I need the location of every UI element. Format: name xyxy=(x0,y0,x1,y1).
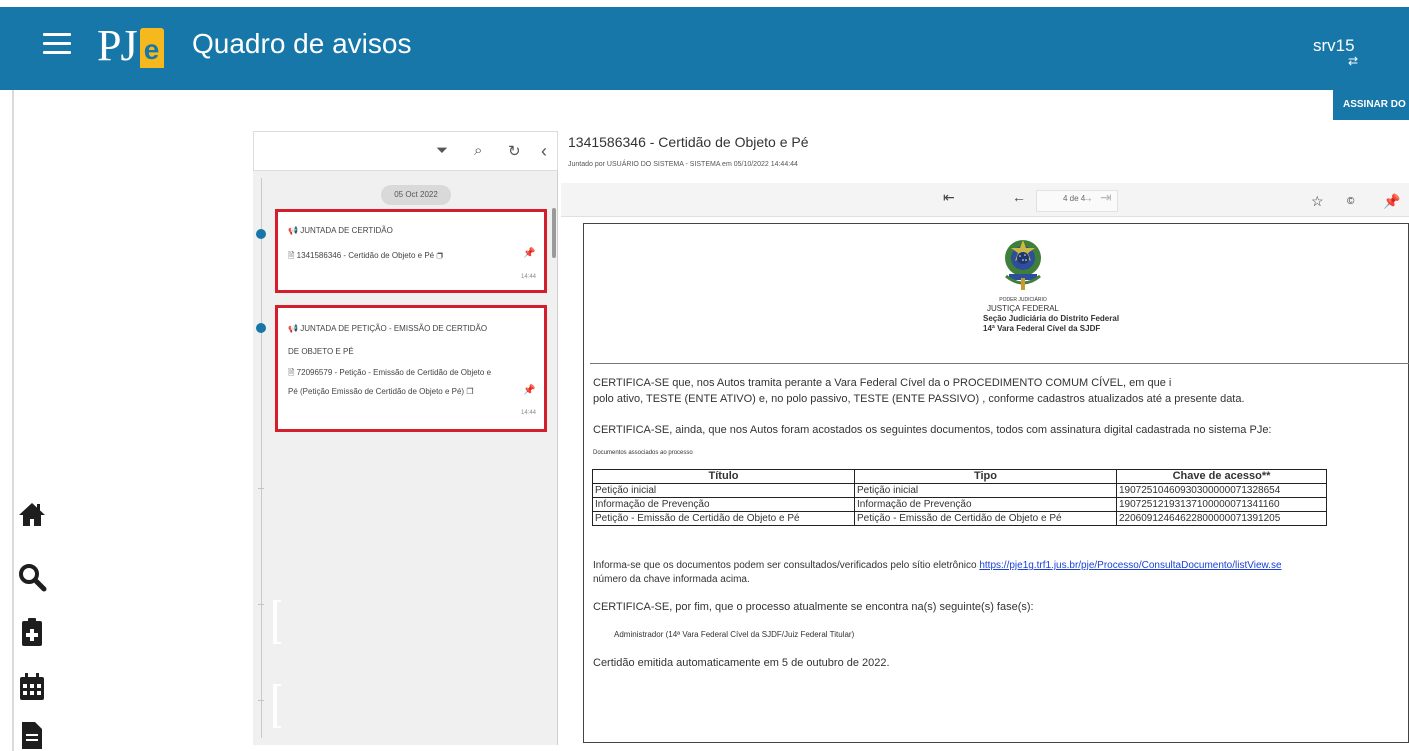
logo-text: PJ xyxy=(97,21,138,70)
timeline-event[interactable]: 📢 JUNTADA DE PETIÇÃO - EMISSÃO DE CERTID… xyxy=(275,305,547,432)
collapse-panel-icon[interactable]: ‹ xyxy=(541,141,547,162)
clipboard-icon[interactable] xyxy=(17,617,47,647)
header-line: PODER JUDICIÁRIO xyxy=(999,297,1047,303)
star-icon[interactable]: ☆ xyxy=(1311,193,1324,210)
event-time: 14:44 xyxy=(520,274,536,280)
page-title: Quadro de avisos xyxy=(192,28,412,59)
header-line: JUSTIÇA FEDERAL xyxy=(986,304,1059,313)
server-label[interactable]: srv15 xyxy=(1313,36,1355,56)
table-header-row: Título Tipo Chave de acesso** xyxy=(592,469,1327,484)
table-cell: Petição - Emissão de Certidão de Objeto … xyxy=(854,511,1117,526)
viewer-toolbar xyxy=(561,183,1409,217)
table-cell: Petição inicial xyxy=(592,483,855,498)
home-icon[interactable] xyxy=(17,500,47,530)
timeline-tick xyxy=(258,604,264,605)
date-badge: 05 Oct 2022 xyxy=(381,185,451,205)
pin-icon[interactable]: 📌 xyxy=(523,385,535,396)
consulta-documento-link[interactable]: https://pje1g.trf1.jus.br/pje/Processo/C… xyxy=(979,560,1281,571)
column-header: Título xyxy=(592,469,855,484)
switch-server-icon[interactable]: ⇄ xyxy=(1348,54,1358,68)
copy-icon[interactable]: ❐ xyxy=(466,387,473,396)
column-header: Tipo xyxy=(854,469,1117,484)
coat-of-arms-emblem xyxy=(1005,240,1041,290)
last-page-icon[interactable]: ⇥ xyxy=(1100,189,1112,206)
table-cell: 22060912464622800000071391205 xyxy=(1116,511,1327,526)
left-rail xyxy=(0,90,14,751)
divider xyxy=(590,363,1409,364)
event-document-link[interactable]: 72096579 - Petição - Emissão de Certidão… xyxy=(297,368,491,377)
paragraph-certifica-3: CERTIFICA-SE, por fim, que o processo at… xyxy=(593,601,1034,613)
timeline-toolbar: ⏷ ⌕ ↻ xyxy=(253,131,558,171)
table-row: Informação de Prevenção Informação de Pr… xyxy=(592,497,1327,512)
timeline-event[interactable]: 📢 JUNTADA DE CERTIDÃO 🗎 1341586346 - Cer… xyxy=(275,209,547,293)
file-icon: 🗎 xyxy=(288,251,295,260)
megaphone-icon: 📢 xyxy=(288,324,298,333)
menu-icon[interactable] xyxy=(43,33,71,55)
event-type: JUNTADA DE CERTIDÃO xyxy=(300,226,393,235)
table-cell: 19072510460930300000071328654 xyxy=(1116,483,1327,498)
documents-caption: Documentos associados ao processo xyxy=(593,450,693,456)
pin-icon[interactable]: 📌 xyxy=(1383,193,1400,210)
paragraph-certifica-1: CERTIFICA-SE que, nos Autos tramita pera… xyxy=(593,377,1172,389)
header-line: 14ª Vara Federal Cível da SJDF xyxy=(983,324,1101,333)
table-cell: Informação de Prevenção xyxy=(854,497,1117,512)
paragraph-informa-cont: número da chave informada acima. xyxy=(593,574,750,585)
scrollbar[interactable] xyxy=(552,208,556,258)
timeline-line xyxy=(261,178,262,738)
table-row: Petição - Emissão de Certidão de Objeto … xyxy=(592,511,1327,526)
file-icon: 🗎 xyxy=(288,368,295,377)
timeline-tick xyxy=(258,700,264,701)
documents-table: Título Tipo Chave de acesso** Petição in… xyxy=(592,469,1327,526)
timeline-bracket xyxy=(273,684,281,728)
timeline-dot xyxy=(256,323,266,333)
previous-page-icon[interactable]: ← xyxy=(1012,189,1026,205)
timeline-dot xyxy=(256,229,266,239)
megaphone-icon: 📢 xyxy=(288,226,298,235)
filter-icon[interactable]: ⏷ xyxy=(436,142,448,159)
table-row: Petição inicial Petição inicial 19072510… xyxy=(592,483,1327,498)
table-cell: Informação de Prevenção xyxy=(592,497,855,512)
event-document-link-cont[interactable]: Pé (Petição Emissão de Certidão de Objet… xyxy=(288,387,464,396)
pje-logo[interactable]: PJ e xyxy=(97,18,164,68)
search-icon[interactable]: ⌕ xyxy=(474,142,482,159)
document-title: 1341586346 - Certidão de Objeto e Pé xyxy=(568,134,809,150)
document-icon[interactable] xyxy=(17,720,47,750)
pin-icon[interactable]: 📌 xyxy=(523,248,535,259)
table-cell: 19072512193137100000071341160 xyxy=(1116,497,1327,512)
paragraph-informa-text: Informa-se que os documentos podem ser c… xyxy=(593,560,977,571)
paragraph-certifica-1-cont: polo ativo, TESTE (ENTE ATIVO) e, no pol… xyxy=(593,393,1245,405)
event-type: JUNTADA DE PETIÇÃO - EMISSÃO DE CERTIDÃO xyxy=(300,324,488,333)
header-line: Seção Judiciária do Distrito Federal xyxy=(983,314,1120,323)
event-type-cont: DE OBJETO E PÉ xyxy=(288,347,354,356)
paragraph-certifica-2: CERTIFICA-SE, ainda, que nos Autos foram… xyxy=(593,424,1272,436)
logo-e: e xyxy=(139,28,164,68)
paragraph-informa: Informa-se que os documentos podem ser c… xyxy=(593,560,1282,571)
info-icon[interactable]: © xyxy=(1347,196,1354,207)
refresh-icon[interactable]: ↻ xyxy=(508,142,521,160)
next-page-icon[interactable]: → xyxy=(1080,189,1094,205)
top-bar: PJ e Quadro de avisos srv15 ⇄ xyxy=(0,0,1409,90)
search-icon[interactable] xyxy=(17,562,47,592)
document-subtitle: Juntado por USUÁRIO DO SISTEMA - SISTEMA… xyxy=(568,161,798,168)
event-document-link[interactable]: 1341586346 - Certidão de Objeto e Pé xyxy=(297,251,434,260)
column-header: Chave de acesso** xyxy=(1116,469,1327,484)
table-cell: Petição inicial xyxy=(854,483,1117,498)
copy-icon[interactable]: ❐ xyxy=(436,251,443,260)
calendar-icon[interactable] xyxy=(17,672,47,702)
sign-document-button[interactable]: ASSINAR DO xyxy=(1333,90,1409,120)
phase-line: Administrador (14ª Vara Federal Cível da… xyxy=(614,630,855,639)
closing-line: Certidão emitida automaticamente em 5 de… xyxy=(593,657,890,669)
event-time: 14:44 xyxy=(520,410,536,416)
table-cell: Petição - Emissão de Certidão de Objeto … xyxy=(592,511,855,526)
first-page-icon[interactable]: ⇤ xyxy=(943,189,955,206)
timeline-bracket xyxy=(273,600,281,644)
timeline-tick xyxy=(258,488,264,489)
